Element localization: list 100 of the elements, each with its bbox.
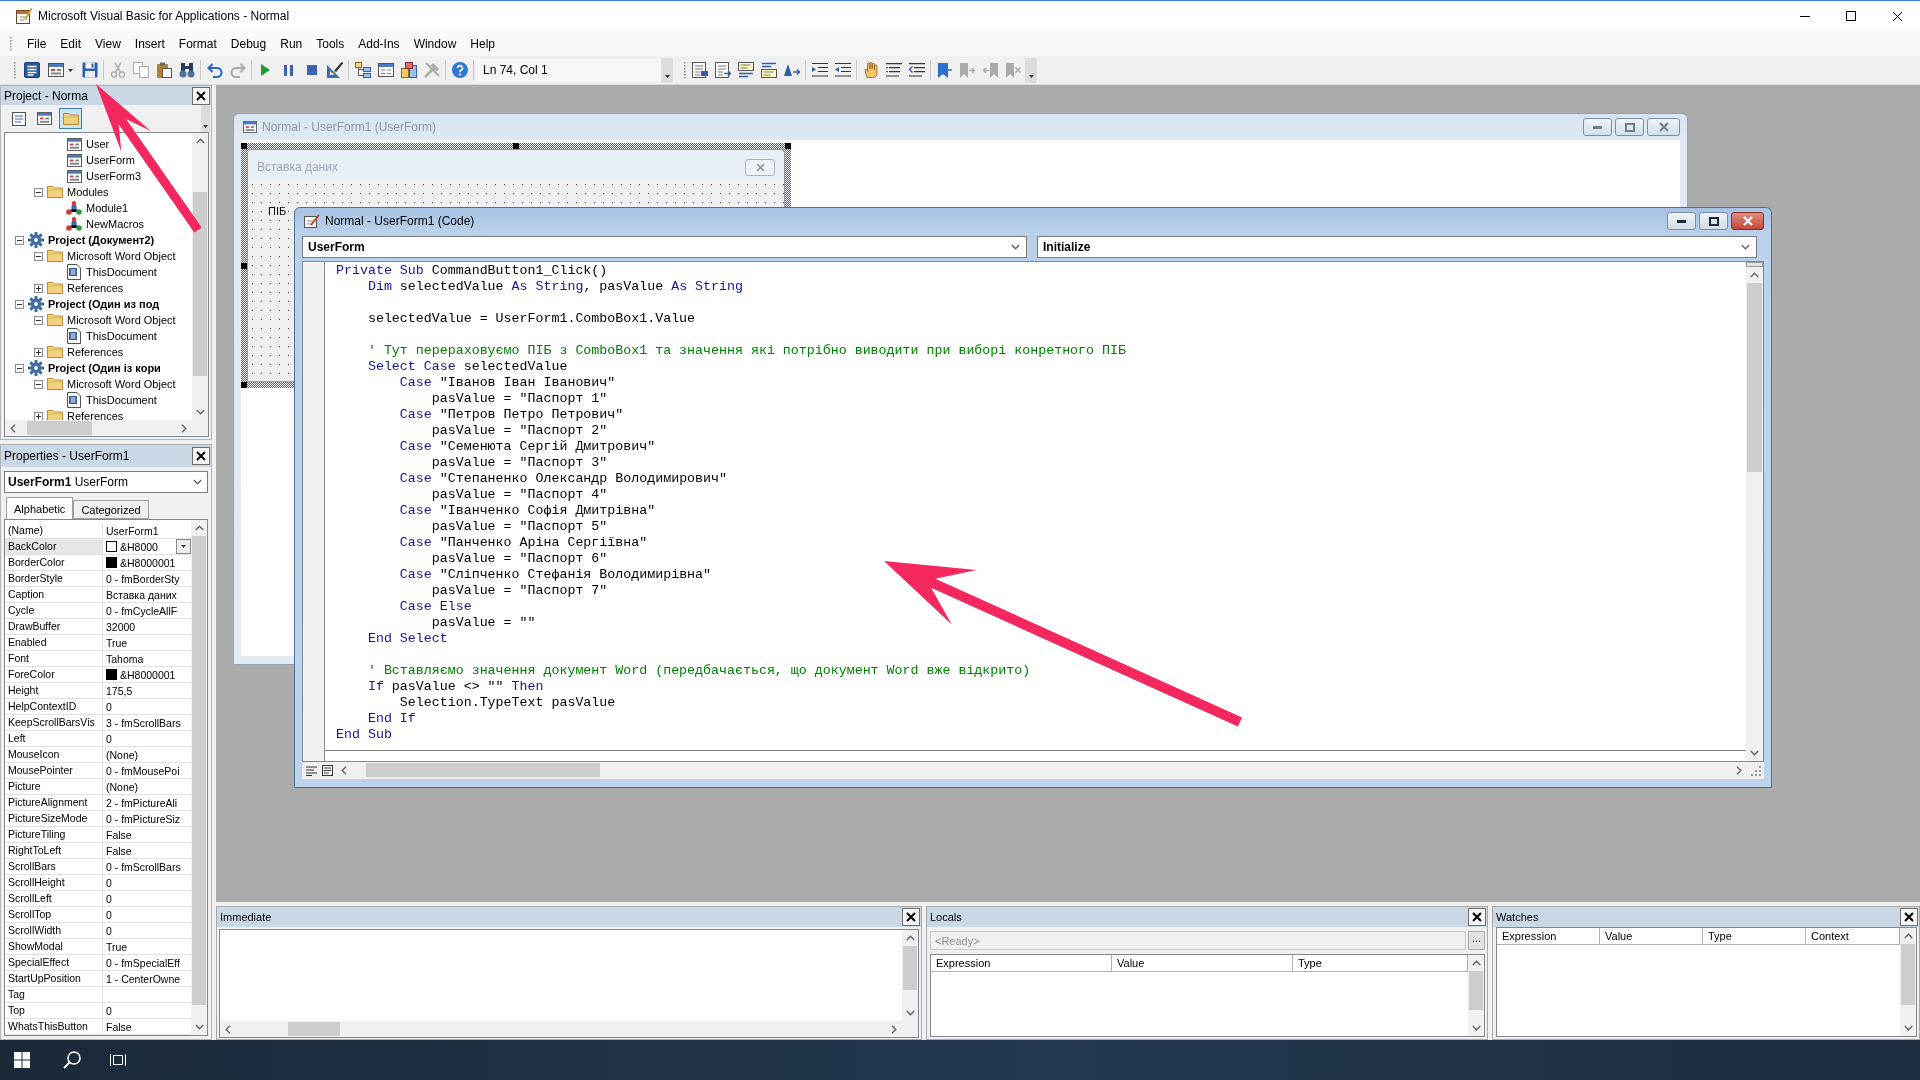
- menu-item[interactable]: Debug: [223, 33, 274, 54]
- tree-item[interactable]: ThisDocument: [49, 328, 159, 344]
- tree-item[interactable]: Project (Один из под: [11, 296, 162, 312]
- property-name[interactable]: (Name): [5, 523, 103, 539]
- property-name[interactable]: ShowModal: [5, 939, 103, 955]
- vertical-scrollbar[interactable]: [1900, 928, 1916, 1036]
- property-name[interactable]: Tag: [5, 987, 103, 1003]
- property-name[interactable]: ScrollTop: [5, 907, 103, 923]
- property-name[interactable]: ScrollHeight: [5, 875, 103, 891]
- vertical-scrollbar[interactable]: [1468, 955, 1484, 1036]
- property-name[interactable]: BackColor: [5, 539, 103, 555]
- property-name[interactable]: ForeColor: [5, 667, 103, 683]
- property-name[interactable]: StartUpPosition: [5, 971, 103, 987]
- column-header[interactable]: Value: [1600, 928, 1703, 945]
- property-name[interactable]: Height: [5, 683, 103, 699]
- menu-item[interactable]: Window: [406, 33, 464, 54]
- property-name[interactable]: PictureAlignment: [5, 795, 103, 811]
- tree-item[interactable]: UserForm: [49, 152, 137, 168]
- tab[interactable]: Categorized: [73, 500, 149, 519]
- tree-item[interactable]: References: [30, 280, 126, 296]
- property-name[interactable]: MousePointer: [5, 763, 103, 779]
- property-name[interactable]: Cycle: [5, 603, 103, 619]
- immediate-input[interactable]: [220, 930, 902, 1021]
- resize-handle[interactable]: [513, 143, 519, 149]
- property-name[interactable]: Left: [5, 731, 103, 747]
- more-button[interactable]: ...: [1468, 931, 1485, 950]
- object-dropdown[interactable]: UserForm: [302, 236, 1027, 258]
- property-name[interactable]: Top: [5, 1003, 103, 1019]
- tree-item[interactable]: References: [30, 408, 126, 420]
- menu-item[interactable]: Add-Ins: [351, 33, 407, 54]
- vertical-scrollbar[interactable]: [191, 520, 207, 1035]
- property-name[interactable]: ScrollWidth: [5, 923, 103, 939]
- property-name[interactable]: Font: [5, 651, 103, 667]
- menu-item[interactable]: Insert: [127, 33, 172, 54]
- menu-item[interactable]: Format: [171, 33, 224, 54]
- resize-handle[interactable]: [241, 263, 247, 269]
- tree-item[interactable]: Module1: [49, 200, 131, 216]
- tree-item[interactable]: Modules: [30, 184, 111, 200]
- menu-item[interactable]: File: [20, 33, 54, 54]
- property-name[interactable]: WhatsThisButton: [5, 1019, 103, 1035]
- dropdown-button[interactable]: [176, 539, 191, 554]
- toolbar-options-button[interactable]: [1025, 57, 1037, 83]
- tree-item[interactable]: UserForm3: [49, 168, 143, 184]
- tree-item[interactable]: NewMacros: [49, 216, 147, 232]
- scroll-thumb[interactable]: [1469, 971, 1483, 1011]
- view-button[interactable]: [320, 763, 334, 778]
- object-dropdown[interactable]: UserForm1 UserForm: [4, 471, 208, 493]
- close-button[interactable]: [192, 447, 210, 465]
- scroll-thumb[interactable]: [1901, 944, 1915, 1005]
- menu-item[interactable]: Tools: [309, 33, 352, 54]
- menu-item[interactable]: Run: [273, 33, 310, 54]
- toolbar-options-button[interactable]: [201, 105, 210, 132]
- close-button[interactable]: [1731, 212, 1764, 230]
- tree-item[interactable]: References: [30, 344, 126, 360]
- column-header[interactable]: Expression: [931, 955, 1112, 972]
- resize-handle[interactable]: [785, 143, 791, 149]
- tree-item[interactable]: Project (Документ2): [11, 232, 157, 248]
- column-header[interactable]: Value: [1112, 955, 1293, 972]
- tab[interactable]: Alphabetic: [6, 497, 74, 519]
- vertical-scrollbar[interactable]: [1746, 262, 1763, 761]
- column-header[interactable]: Type: [1703, 928, 1806, 945]
- property-name[interactable]: Enabled: [5, 635, 103, 651]
- resize-handle[interactable]: [241, 382, 247, 388]
- pane-tool-button[interactable]: [59, 108, 82, 129]
- property-name[interactable]: BorderStyle: [5, 571, 103, 587]
- scroll-thumb[interactable]: [903, 946, 917, 991]
- scroll-thumb[interactable]: [365, 763, 601, 777]
- scroll-thumb[interactable]: [193, 192, 207, 376]
- property-name[interactable]: RightToLeft: [5, 843, 103, 859]
- minimize-button[interactable]: [1667, 212, 1696, 230]
- menu-item[interactable]: Help: [463, 33, 502, 54]
- property-name[interactable]: DrawBuffer: [5, 619, 103, 635]
- scroll-thumb[interactable]: [27, 421, 93, 435]
- tree-item[interactable]: User: [49, 136, 112, 152]
- property-name[interactable]: ScrollBars: [5, 859, 103, 875]
- tree-item[interactable]: Microsoft Word Object: [30, 248, 178, 264]
- property-name[interactable]: ScrollLeft: [5, 891, 103, 907]
- scroll-thumb[interactable]: [288, 1022, 340, 1036]
- property-name[interactable]: HelpContextID: [5, 699, 103, 715]
- menu-item[interactable]: Edit: [53, 33, 89, 54]
- form-label[interactable]: ПІБ: [268, 205, 287, 217]
- column-header[interactable]: Type: [1293, 955, 1468, 972]
- property-name[interactable]: Picture: [5, 779, 103, 795]
- tree-item[interactable]: ThisDocument: [49, 392, 159, 408]
- property-name[interactable]: BorderColor: [5, 555, 103, 571]
- toolbar-options-button[interactable]: [661, 57, 673, 83]
- tree-item[interactable]: ThisDocument: [49, 264, 159, 280]
- close-button[interactable]: [1468, 908, 1486, 926]
- scroll-thumb[interactable]: [1747, 283, 1762, 473]
- property-name[interactable]: MouseIcon: [5, 747, 103, 763]
- column-header[interactable]: Context: [1806, 928, 1900, 945]
- tree-item[interactable]: Microsoft Word Object: [30, 312, 178, 328]
- menu-item[interactable]: View: [88, 33, 128, 54]
- property-name[interactable]: Caption: [5, 587, 103, 603]
- resize-handle[interactable]: [241, 143, 247, 149]
- property-name[interactable]: KeepScrollBarsVis: [5, 715, 103, 731]
- scroll-thumb[interactable]: [192, 536, 206, 1005]
- restore-button[interactable]: [1699, 212, 1728, 230]
- column-header[interactable]: Expression: [1497, 928, 1600, 945]
- property-name[interactable]: PictureTiling: [5, 827, 103, 843]
